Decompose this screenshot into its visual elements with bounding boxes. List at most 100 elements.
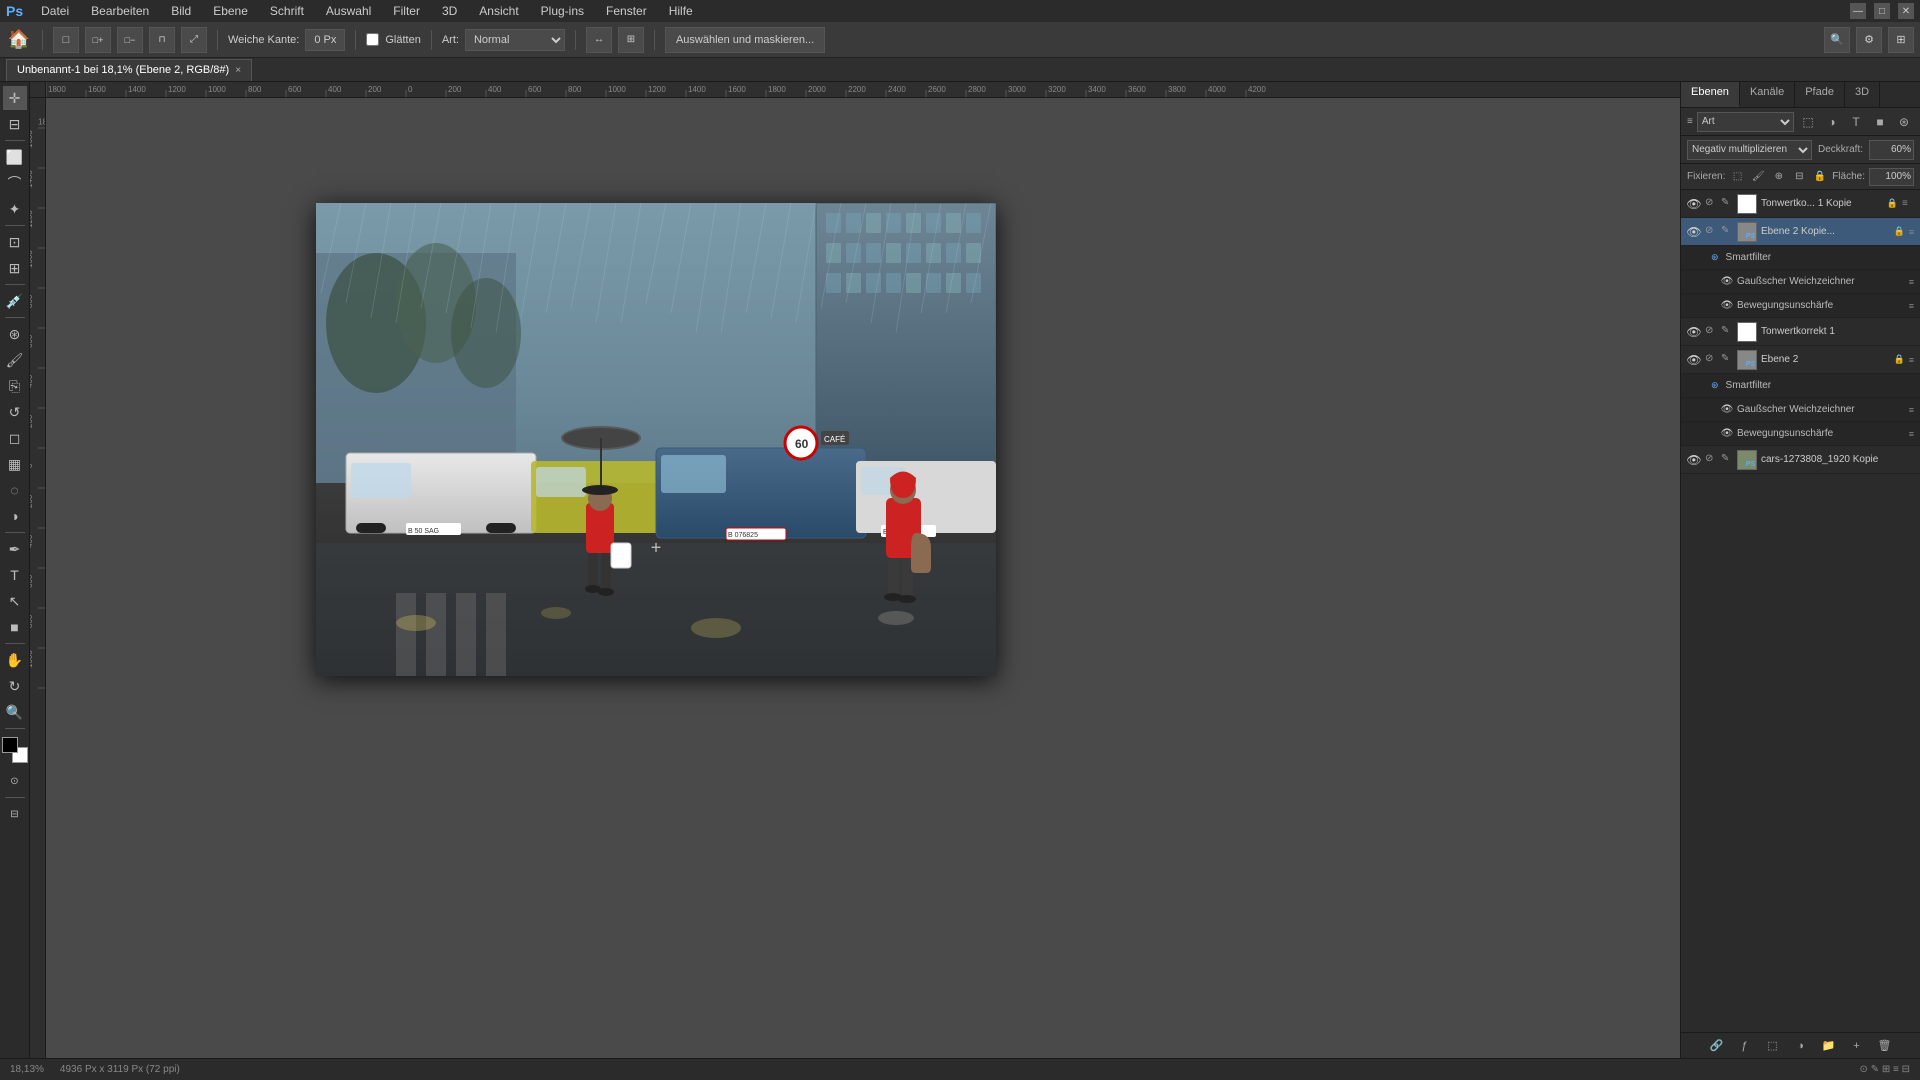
layer-delete-button[interactable]: 🗑 [1875, 1037, 1895, 1055]
fill-input[interactable] [1869, 168, 1914, 186]
dodge-tool[interactable]: ◑ [3, 504, 27, 528]
menu-fenster[interactable]: Fenster [602, 2, 651, 20]
layer-item-tonwert1[interactable]: 👁 ⊘ ✎ Tonwertkorrekt 1 [1681, 318, 1920, 346]
lock-all-btn[interactable]: 🔒 [1812, 168, 1829, 186]
lock-transparent-btn[interactable]: ⬚ [1729, 168, 1746, 186]
clone-tool[interactable]: ⎘ [3, 374, 27, 398]
constraint-button[interactable]: ⊞ [618, 27, 644, 53]
shape-filter-btn[interactable]: ■ [1870, 112, 1890, 132]
document-tab[interactable]: Unbenannt-1 bei 18,1% (Ebene 2, RGB/8#) … [6, 59, 252, 81]
layer-new-button[interactable]: + [1847, 1037, 1867, 1055]
spot-heal-tool[interactable]: ⊛ [3, 322, 27, 346]
frame-tool[interactable]: ⊞ [3, 256, 27, 280]
menu-ebene[interactable]: Ebene [209, 2, 252, 20]
layer-visibility-icon[interactable]: 👁 [1687, 225, 1701, 239]
layer-visibility-icon[interactable]: 👁 [1687, 353, 1701, 367]
rotate-view-tool[interactable]: ↻ [3, 674, 27, 698]
layer-style-button[interactable]: ƒ [1735, 1037, 1755, 1055]
foreground-color-swatch[interactable] [2, 737, 18, 753]
sub-layer-visibility[interactable]: 👁 [1721, 299, 1733, 313]
layer-options-icon[interactable]: ≡ [1909, 355, 1914, 365]
layer-mask-button[interactable]: ⬚ [1763, 1037, 1783, 1055]
lock-image-btn[interactable]: 🖌 [1750, 168, 1767, 186]
subtract-selection-button[interactable]: □− [117, 27, 143, 53]
hand-tool[interactable]: ✋ [3, 648, 27, 672]
gradient-tool[interactable]: ▦ [3, 452, 27, 476]
home-button[interactable]: 🏠 [6, 27, 32, 53]
minimize-button[interactable]: — [1850, 3, 1866, 19]
select-mask-button[interactable]: Auswählen und maskieren... [665, 27, 825, 53]
pen-tool[interactable]: ✒ [3, 537, 27, 561]
sub-layer-visibility[interactable]: 👁 [1721, 403, 1733, 417]
sub-layer-options[interactable]: ≡ [1909, 405, 1914, 415]
sub-layer-motion-1[interactable]: 👁 Bewegungsunschärfe ≡ [1681, 294, 1920, 318]
brush-tool[interactable]: 🖌 [3, 348, 27, 372]
menu-ansicht[interactable]: Ansicht [475, 2, 522, 20]
menu-datei[interactable]: Datei [37, 2, 73, 20]
panel-tab-3d[interactable]: 3D [1845, 82, 1880, 107]
sub-layer-gauss-2[interactable]: 👁 Gaußscher Weichzeichner ≡ [1681, 398, 1920, 422]
canvas-scroll[interactable]: B 50 SAG B 076825 [46, 98, 1680, 1058]
panel-tab-kanaele[interactable]: Kanäle [1740, 82, 1795, 107]
new-selection-button[interactable]: □ [53, 27, 79, 53]
screen-mode-button[interactable]: ⊟ [3, 802, 27, 826]
layer-options-icon[interactable]: ≡ [1902, 198, 1914, 209]
layer-group-button[interactable]: 📁 [1819, 1037, 1839, 1055]
eyedropper-tool[interactable]: 💉 [3, 289, 27, 313]
menu-schrift[interactable]: Schrift [266, 2, 308, 20]
layer-item-ebene2-kopie[interactable]: 👁 ⊘ ✎ PS Ebene 2 Kopie... 🔒 ≡ [1681, 218, 1920, 246]
layer-adjustment-button[interactable]: ◑ [1791, 1037, 1811, 1055]
maximize-button[interactable]: □ [1874, 3, 1890, 19]
menu-bild[interactable]: Bild [167, 2, 195, 20]
weiche-kante-input[interactable] [305, 29, 345, 51]
layer-type-filter[interactable]: Art [1697, 112, 1794, 132]
menu-3d[interactable]: 3D [438, 2, 461, 20]
add-selection-button[interactable]: □+ [85, 27, 111, 53]
menu-bearbeiten[interactable]: Bearbeiten [87, 2, 153, 20]
blend-mode-select[interactable]: Negativ multiplizieren Normal Auflösen [1687, 140, 1812, 160]
sub-layer-options[interactable]: ≡ [1909, 429, 1914, 439]
path-select-tool[interactable]: ↖ [3, 589, 27, 613]
arrange-button[interactable]: ⊞ [1888, 27, 1914, 53]
sub-layer-visibility[interactable]: 👁 [1721, 427, 1733, 441]
close-button[interactable]: ✕ [1898, 3, 1914, 19]
history-brush-tool[interactable]: ↺ [3, 400, 27, 424]
quick-select-tool[interactable]: ✦ [3, 197, 27, 221]
layer-visibility-icon[interactable]: 👁 [1687, 453, 1701, 467]
menu-filter[interactable]: Filter [389, 2, 424, 20]
tab-close-button[interactable]: × [235, 65, 241, 76]
opacity-input[interactable] [1869, 140, 1914, 160]
panel-tab-ebenen[interactable]: Ebenen [1681, 82, 1740, 107]
sub-layer-motion-2[interactable]: 👁 Bewegungsunschärfe ≡ [1681, 422, 1920, 446]
layer-visibility-icon[interactable]: 👁 [1687, 325, 1701, 339]
search-button[interactable]: 🔍 [1824, 27, 1850, 53]
sub-layer-options[interactable]: ≡ [1909, 277, 1914, 287]
sub-layer-options[interactable]: ≡ [1909, 301, 1914, 311]
lock-artboard-btn[interactable]: ⊟ [1791, 168, 1808, 186]
art-select[interactable]: Normal Fest Kantenverfeinert [465, 29, 565, 51]
move-selection-button[interactable]: ⤢ [181, 27, 207, 53]
smart-filter-btn[interactable]: ⊛ [1894, 112, 1914, 132]
layer-link-button[interactable]: 🔗 [1707, 1037, 1727, 1055]
panel-tab-pfade[interactable]: Pfade [1795, 82, 1845, 107]
layer-visibility-icon[interactable]: 👁 [1687, 197, 1701, 211]
zoom-tool[interactable]: 🔍 [3, 700, 27, 724]
menu-hilfe[interactable]: Hilfe [665, 2, 697, 20]
sub-layer-smartfilter-header-2[interactable]: ⊛ Smartfilter [1681, 374, 1920, 398]
sub-layer-visibility[interactable]: 👁 [1721, 275, 1733, 289]
crop-tool[interactable]: ⊡ [3, 230, 27, 254]
layer-item-ebene2[interactable]: 👁 ⊘ ✎ PS Ebene 2 🔒 ≡ [1681, 346, 1920, 374]
layer-item-tonwert-kopie[interactable]: 👁 ⊘ ✎ Tonwertko... 1 Kopie 🔒 ≡ [1681, 190, 1920, 218]
blur-tool[interactable]: ◌ [3, 478, 27, 502]
workspace-button[interactable]: ⚙ [1856, 27, 1882, 53]
lasso-tool[interactable]: ⌒ [3, 171, 27, 195]
layer-item-cars-kopie[interactable]: 👁 ⊘ ✎ PS cars-1273808_1920 Kopie [1681, 446, 1920, 474]
type-tool[interactable]: T [3, 563, 27, 587]
eraser-tool[interactable]: ◻ [3, 426, 27, 450]
pixel-filter-btn[interactable]: ⬚ [1798, 112, 1818, 132]
sub-layer-gauss-1[interactable]: 👁 Gaußscher Weichzeichner ≡ [1681, 270, 1920, 294]
type-filter-btn[interactable]: T [1846, 112, 1866, 132]
sub-layer-smartfilter-header-1[interactable]: ⊛ Smartfilter [1681, 246, 1920, 270]
adjustment-filter-btn[interactable]: ◑ [1822, 112, 1842, 132]
menu-plugins[interactable]: Plug-ins [537, 2, 588, 20]
